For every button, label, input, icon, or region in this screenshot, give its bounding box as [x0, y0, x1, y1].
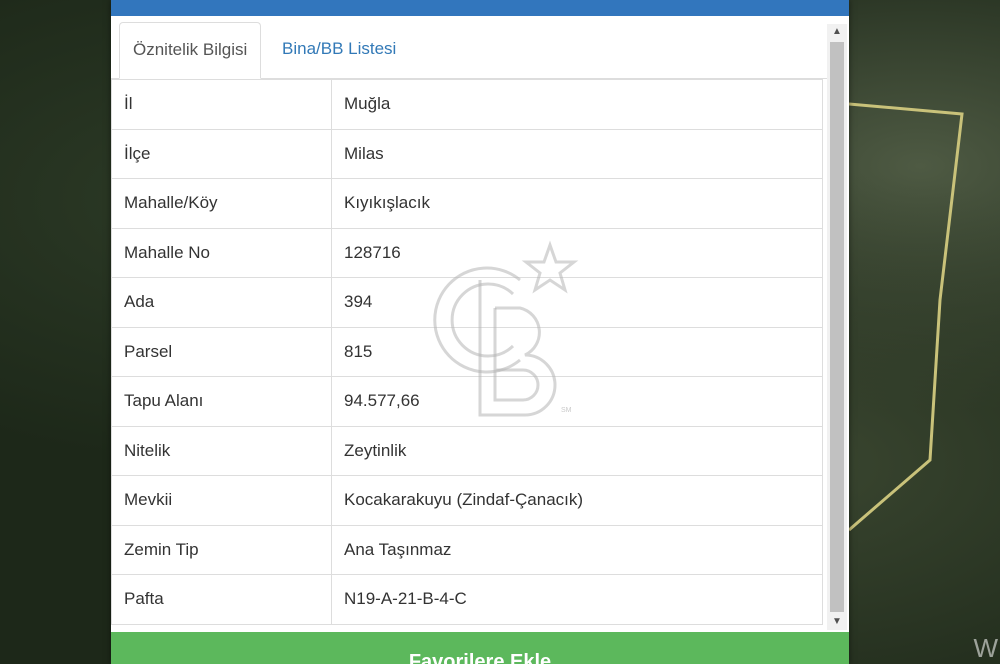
table-row: Mahalle/Köy Kıyıkışlacık — [111, 178, 823, 229]
add-to-favorites-button[interactable]: Favorilere Ekle — [111, 632, 849, 664]
row-value-zemin-tip: Ana Taşınmaz — [331, 524, 823, 575]
scroll-down-arrow-icon[interactable]: ▼ — [827, 614, 847, 630]
row-key-tapu-alani: Tapu Alanı — [111, 376, 332, 427]
map-attribution-text: W — [973, 633, 998, 663]
tab-building-list[interactable]: Bina/BB Listesi — [269, 22, 409, 78]
row-value-mahalle-koy: Kıyıkışlacık — [331, 178, 823, 229]
table-row: Mahalle No 128716 — [111, 227, 823, 278]
row-value-il: Muğla — [331, 79, 823, 130]
row-key-mahalle-no: Mahalle No — [111, 227, 332, 278]
row-value-mevkii: Kocakarakuyu (Zindaf-Çanacık) — [331, 475, 823, 526]
parcel-info-panel: Öznitelik Bilgisi Bina/BB Listesi İl Muğl… — [111, 0, 849, 664]
vertical-scrollbar[interactable]: ▲ ▼ — [827, 24, 847, 630]
row-key-parsel: Parsel — [111, 326, 332, 377]
table-row: Tapu Alanı 94.577,66 — [111, 376, 823, 427]
row-key-ada: Ada — [111, 277, 332, 328]
table-row: Nitelik Zeytinlik — [111, 425, 823, 476]
row-value-tapu-alani: 94.577,66 — [331, 376, 823, 427]
table-row: Pafta N19-A-21-B-4-C — [111, 574, 823, 625]
scroll-up-arrow-icon[interactable]: ▲ — [827, 24, 847, 40]
tab-attribute-info[interactable]: Öznitelik Bilgisi — [119, 22, 262, 79]
row-value-ada: 394 — [331, 277, 823, 328]
row-value-parsel: 815 — [331, 326, 823, 377]
attribute-table: İl Muğla İlçe Milas Mahalle/Köy Kıyıkışlacı… — [111, 79, 823, 625]
row-value-nitelik: Zeytinlik — [331, 425, 823, 476]
row-key-mahalle-koy: Mahalle/Köy — [111, 178, 332, 229]
row-value-ilce: Milas — [331, 128, 823, 179]
row-key-il: İl — [111, 79, 332, 130]
table-row: İlçe Milas — [111, 128, 823, 179]
table-row: Parsel 815 — [111, 326, 823, 377]
row-key-mevkii: Mevkii — [111, 475, 332, 526]
row-key-ilce: İlçe — [111, 128, 332, 179]
scrollbar-thumb[interactable] — [830, 42, 844, 612]
row-key-pafta: Pafta — [111, 574, 332, 625]
row-value-mahalle-no: 128716 — [331, 227, 823, 278]
panel-header-bar — [111, 0, 849, 16]
table-row: Mevkii Kocakarakuyu (Zindaf-Çanacık) — [111, 475, 823, 526]
table-row: İl Muğla — [111, 79, 823, 130]
row-value-pafta: N19-A-21-B-4-C — [331, 574, 823, 625]
row-key-nitelik: Nitelik — [111, 425, 332, 476]
table-row: Ada 394 — [111, 277, 823, 328]
row-key-zemin-tip: Zemin Tip — [111, 524, 332, 575]
table-row: Zemin Tip Ana Taşınmaz — [111, 524, 823, 575]
tab-bar: Öznitelik Bilgisi Bina/BB Listesi — [111, 16, 827, 79]
